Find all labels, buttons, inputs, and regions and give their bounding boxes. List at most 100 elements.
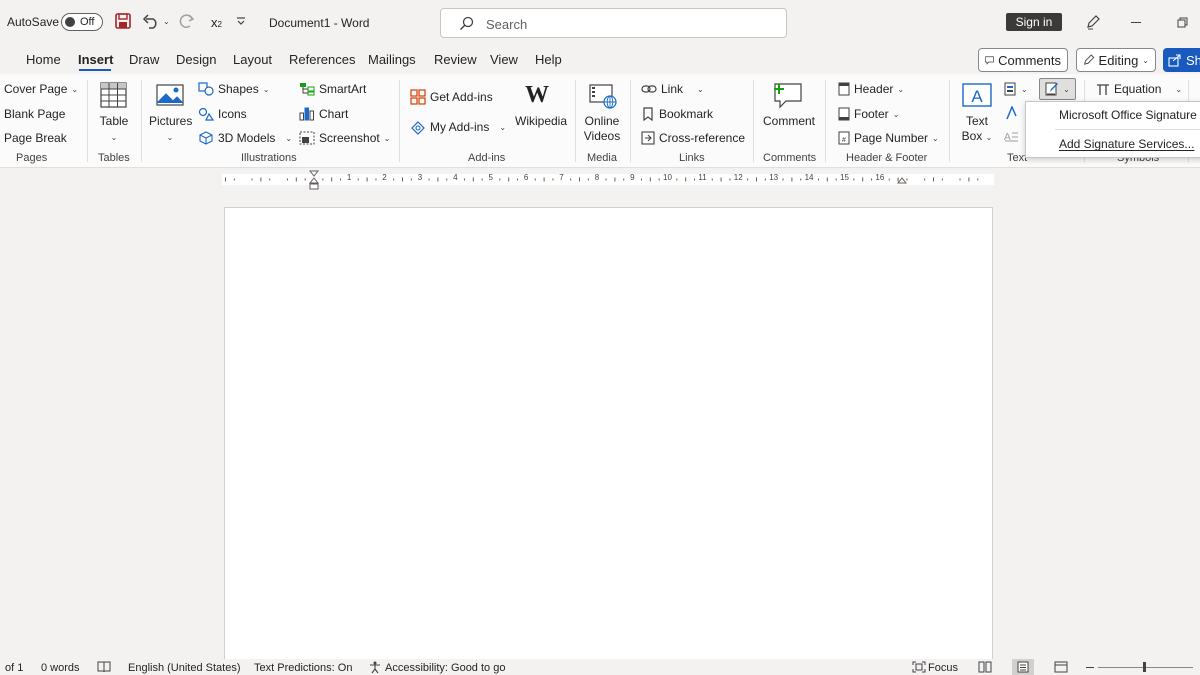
- ruler-number: 13: [769, 173, 779, 182]
- zoom-slider-thumb[interactable]: [1143, 662, 1146, 672]
- designer-pen-icon[interactable]: [1085, 14, 1101, 30]
- quick-parts-button[interactable]: ⌄: [1004, 82, 1028, 96]
- header-button[interactable]: Header ⌄: [838, 82, 904, 96]
- my-addins-button[interactable]: My Add-ins ⌄: [410, 119, 506, 135]
- chevron-down-icon: ⌄: [383, 133, 391, 143]
- indent-marker-icon[interactable]: [309, 170, 319, 190]
- header-label: Header: [854, 82, 894, 96]
- cross-reference-button[interactable]: Cross-reference: [641, 131, 745, 145]
- wordart-icon[interactable]: [1004, 106, 1018, 120]
- wikipedia-button[interactable]: Wikipedia: [515, 114, 567, 129]
- shapes-button[interactable]: Shapes ⌄: [198, 82, 269, 96]
- tab-layout[interactable]: Layout: [233, 52, 272, 67]
- chart-button[interactable]: Chart: [299, 107, 348, 121]
- print-layout-button[interactable]: [1012, 659, 1034, 675]
- undo-chevron-icon[interactable]: ⌄: [163, 17, 170, 26]
- text-box-icon[interactable]: A: [962, 82, 992, 108]
- online-videos-button[interactable]: Online Videos: [582, 114, 622, 144]
- tab-design[interactable]: Design: [176, 52, 216, 67]
- editing-mode-button[interactable]: Editing ⌄: [1076, 48, 1156, 72]
- autosave-toggle[interactable]: Off: [61, 13, 103, 31]
- svg-text:#: #: [842, 137, 846, 144]
- text-box-button[interactable]: Text Box ⌄: [960, 114, 994, 145]
- active-tab-indicator: [79, 69, 111, 71]
- chevron-down-icon: ⌄: [499, 122, 507, 132]
- redo-icon[interactable]: [178, 13, 196, 29]
- subscript-icon[interactable]: x2: [211, 15, 222, 30]
- comment-button[interactable]: Comment: [763, 114, 815, 129]
- accessibility-status[interactable]: Accessibility: Good to go: [385, 662, 505, 674]
- language-status[interactable]: English (United States): [128, 662, 241, 674]
- page-number-button[interactable]: # Page Number ⌄: [838, 131, 939, 145]
- bookmark-button[interactable]: Bookmark: [641, 107, 713, 121]
- ruler-number: 3: [417, 173, 423, 182]
- cover-page-button[interactable]: Cover Page ⌄: [4, 82, 78, 96]
- ruler-number: 5: [488, 173, 493, 182]
- web-layout-icon[interactable]: [1054, 661, 1068, 673]
- screenshot-button[interactable]: Screenshot ⌄: [299, 131, 390, 145]
- 3d-models-button[interactable]: 3D Models ⌄: [198, 131, 292, 145]
- right-indent-marker-icon[interactable]: [897, 176, 907, 184]
- focus-icon[interactable]: [912, 661, 926, 673]
- text-predictions-status[interactable]: Text Predictions: On: [254, 662, 352, 674]
- comments-label: Comments: [998, 52, 1061, 68]
- comments-button[interactable]: Comments: [978, 48, 1068, 72]
- tab-help[interactable]: Help: [535, 52, 562, 67]
- search-placeholder: Search: [486, 17, 528, 32]
- restore-icon[interactable]: [1177, 17, 1188, 28]
- wikipedia-icon[interactable]: W: [525, 82, 549, 109]
- tab-review[interactable]: Review: [434, 52, 477, 67]
- sign-in-button[interactable]: Sign in: [1006, 13, 1062, 31]
- undo-icon[interactable]: [142, 13, 160, 29]
- focus-label[interactable]: Focus: [928, 662, 958, 674]
- customize-toolbar-icon[interactable]: [236, 16, 246, 26]
- proofing-book-icon[interactable]: [97, 661, 111, 673]
- get-addins-button[interactable]: Get Add-ins: [410, 89, 493, 105]
- page-number-label: Page Number: [854, 131, 929, 145]
- save-icon[interactable]: [114, 12, 132, 30]
- ruler-number: 6: [523, 173, 529, 182]
- search-box[interactable]: Search: [440, 8, 787, 38]
- drop-cap-icon[interactable]: A: [1004, 130, 1018, 142]
- menu-item-add-signature-services[interactable]: Add Signature Services...: [1059, 137, 1194, 151]
- chart-icon: [299, 107, 314, 121]
- online-videos-icon[interactable]: [589, 83, 617, 109]
- tab-insert[interactable]: Insert: [78, 52, 113, 67]
- icons-button[interactable]: Icons: [198, 107, 247, 121]
- signature-line-button[interactable]: ⌄: [1039, 78, 1076, 100]
- pictures-button[interactable]: Pictures ⌄: [149, 114, 192, 145]
- footer-icon: [838, 107, 850, 121]
- tab-view[interactable]: View: [490, 52, 518, 67]
- share-button[interactable]: Sh: [1163, 48, 1200, 72]
- tab-home[interactable]: Home: [26, 52, 61, 67]
- pictures-icon[interactable]: [156, 84, 184, 106]
- tab-draw[interactable]: Draw: [129, 52, 159, 67]
- ribbon-separator: [575, 80, 576, 162]
- menu-item-signature-line[interactable]: Microsoft Office Signature Line...: [1059, 108, 1200, 122]
- zoom-out-icon[interactable]: [1086, 667, 1094, 668]
- document-page[interactable]: [224, 207, 993, 667]
- table-button[interactable]: [100, 82, 127, 108]
- share-label: Sh: [1186, 52, 1200, 68]
- cross-reference-icon: [641, 131, 655, 145]
- tab-references[interactable]: References: [289, 52, 355, 67]
- minimize-icon[interactable]: [1131, 22, 1141, 23]
- smartart-button[interactable]: SmartArt: [299, 82, 366, 96]
- ruler-number: 9: [630, 173, 635, 182]
- chart-label: Chart: [319, 107, 349, 121]
- blank-page-label: Blank Page: [4, 107, 66, 121]
- accessibility-icon[interactable]: [369, 661, 383, 674]
- blank-page-button[interactable]: Blank Page: [4, 107, 65, 121]
- page-break-button[interactable]: Page Break: [4, 131, 67, 145]
- footer-button[interactable]: Footer ⌄: [838, 107, 899, 121]
- autosave-state: Off: [80, 16, 95, 28]
- equation-button[interactable]: Equation ⌄: [1096, 82, 1182, 96]
- tab-mailings[interactable]: Mailings: [368, 52, 416, 67]
- ruler-number: 8: [594, 173, 600, 182]
- new-comment-icon[interactable]: [773, 81, 803, 109]
- page-count[interactable]: of 1: [5, 662, 23, 674]
- read-mode-icon[interactable]: [978, 661, 992, 673]
- link-button[interactable]: Link ⌄: [641, 82, 704, 96]
- word-count[interactable]: 0 words: [41, 662, 80, 674]
- table-label[interactable]: Table ⌄: [97, 114, 131, 145]
